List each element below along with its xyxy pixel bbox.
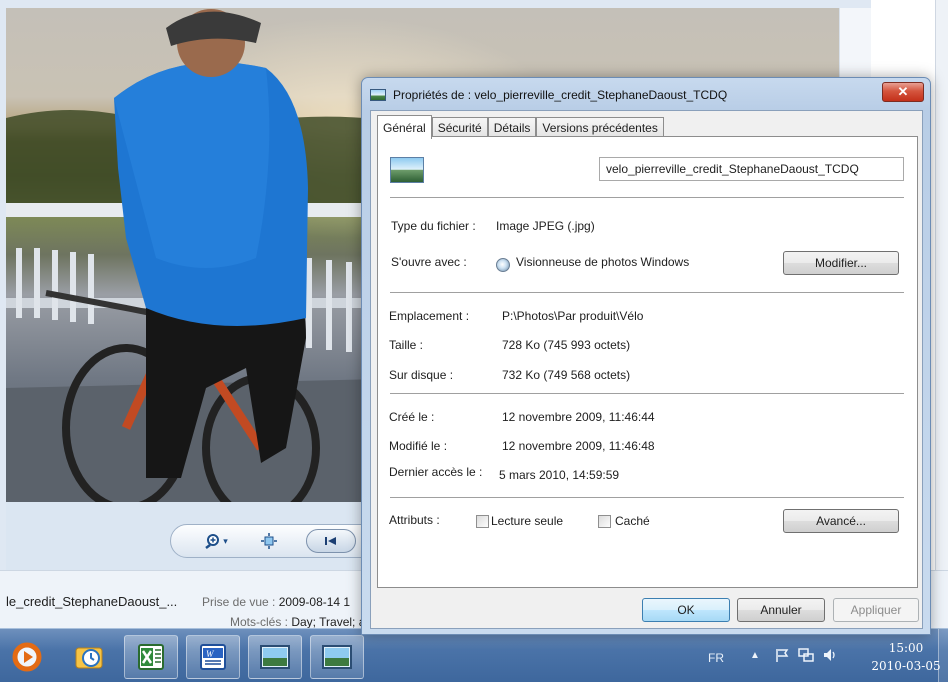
previous-button[interactable] [306, 529, 356, 553]
properties-dialog: Propriétés de : velo_pierreville_credit_… [361, 77, 931, 635]
separator [390, 393, 904, 394]
accessed-value: 5 mars 2010, 14:59:59 [499, 468, 620, 482]
apply-button[interactable]: Appliquer [833, 598, 919, 622]
media-player-icon [12, 642, 42, 672]
tab-previous-versions[interactable]: Versions précédentes [536, 117, 664, 138]
outlook-icon [75, 647, 103, 669]
opens-with-value: Visionneuse de photos Windows [516, 255, 690, 269]
photo-viewer-app-icon [496, 258, 510, 272]
language-indicator[interactable]: FR [708, 651, 724, 665]
taskbar-excel[interactable] [124, 635, 178, 679]
scrollbar[interactable] [935, 0, 948, 628]
excel-icon [138, 644, 164, 670]
type-value: Image JPEG (.jpg) [496, 219, 595, 233]
clock-date: 2010-03-05 [871, 659, 941, 673]
info-keywords: Mots-clés : Day; Travel; a [230, 615, 365, 629]
readonly-label[interactable]: Lecture seule [491, 514, 563, 528]
created-label: Créé le : [389, 410, 435, 424]
taskbar-photo-viewer-2[interactable] [310, 635, 364, 679]
info-filename: le_credit_StephaneDaoust_... [6, 594, 178, 609]
separator [390, 497, 904, 498]
separator [390, 197, 904, 198]
location-label: Emplacement : [389, 309, 470, 323]
modified-value: 12 novembre 2009, 11:46:48 [502, 439, 655, 453]
clock[interactable]: 15:00 2010-03-05 [870, 639, 942, 675]
close-icon: ✕ [897, 84, 909, 99]
system-tray: FR ▲ 15:00 2010-03-05 [698, 629, 948, 682]
fit-icon [261, 533, 277, 549]
word-icon: W [200, 644, 226, 670]
taskbar-outlook[interactable] [62, 635, 116, 679]
modify-button[interactable]: Modifier... [783, 251, 899, 275]
action-center-flag-icon[interactable] [774, 647, 790, 663]
accessed-label: Dernier accès le : [389, 465, 483, 479]
show-desktop-button[interactable] [938, 629, 948, 682]
separator [390, 292, 904, 293]
dialog-client-area: Général Sécurité Détails Versions précéd… [370, 110, 923, 629]
filename-field[interactable]: velo_pierreville_credit_StephaneDaoust_T… [599, 157, 904, 181]
size-label: Taille : [389, 338, 424, 352]
advanced-button[interactable]: Avancé... [783, 509, 899, 533]
clock-time: 15:00 [888, 641, 924, 655]
previous-icon [325, 537, 336, 545]
zoom-arrow: ▾ [223, 535, 228, 546]
taskbar-word[interactable]: W [186, 635, 240, 679]
info-date-value: 2009-08-14 1 [278, 595, 351, 609]
photo-viewer-icon [260, 645, 290, 669]
taskbar-photo-viewer[interactable] [248, 635, 302, 679]
info-keywords-label: Mots-clés : [230, 615, 292, 629]
info-date-label: Prise de vue : [202, 595, 279, 609]
general-tab-page: velo_pierreville_credit_StephaneDaoust_T… [377, 136, 918, 588]
attributes-label: Attributs : [389, 513, 440, 527]
disk-size-value: 732 Ko (749 568 octets) [502, 368, 631, 382]
tray-expand-icon[interactable]: ▲ [750, 650, 760, 661]
ok-button[interactable]: OK [642, 598, 730, 622]
disk-size-label: Sur disque : [389, 368, 454, 382]
dialog-title: Propriétés de : velo_pierreville_credit_… [393, 88, 728, 102]
taskbar: W FR ▲ 15:00 2010-03-05 [0, 628, 948, 682]
taskbar-media-player[interactable] [0, 635, 54, 679]
hidden-label[interactable]: Caché [615, 514, 650, 528]
network-icon[interactable] [798, 647, 814, 663]
volume-icon[interactable] [822, 647, 838, 663]
created-value: 12 novembre 2009, 11:46:44 [502, 410, 655, 424]
photo-viewer-icon-2 [322, 645, 352, 669]
size-value: 728 Ko (745 993 octets) [502, 338, 631, 352]
zoom-icon [205, 534, 220, 549]
info-keywords-value: Day; Travel; a [291, 615, 366, 629]
readonly-checkbox[interactable] [476, 515, 489, 528]
dialog-titlebar[interactable]: Propriétés de : velo_pierreville_credit_… [370, 84, 727, 106]
type-label: Type du fichier : [391, 219, 476, 233]
tab-strip: Général Sécurité Détails Versions précéd… [377, 115, 664, 139]
file-type-icon [390, 157, 424, 183]
zoom-button[interactable]: ▾ [196, 530, 236, 552]
opens-with-label: S'ouvre avec : [391, 255, 467, 269]
actual-size-button[interactable] [256, 530, 282, 552]
modified-label: Modifié le : [389, 439, 448, 453]
location-value: P:\Photos\Par produit\Vélo [502, 309, 644, 323]
tab-details[interactable]: Détails [487, 117, 537, 138]
info-date: Prise de vue : 2009-08-14 1 [202, 595, 350, 609]
image-file-icon [370, 89, 386, 101]
hidden-checkbox[interactable] [598, 515, 611, 528]
tab-general[interactable]: Général [377, 115, 432, 139]
cancel-button[interactable]: Annuler [737, 598, 825, 622]
close-button[interactable]: ✕ [882, 82, 924, 102]
tab-security[interactable]: Sécurité [431, 117, 488, 138]
